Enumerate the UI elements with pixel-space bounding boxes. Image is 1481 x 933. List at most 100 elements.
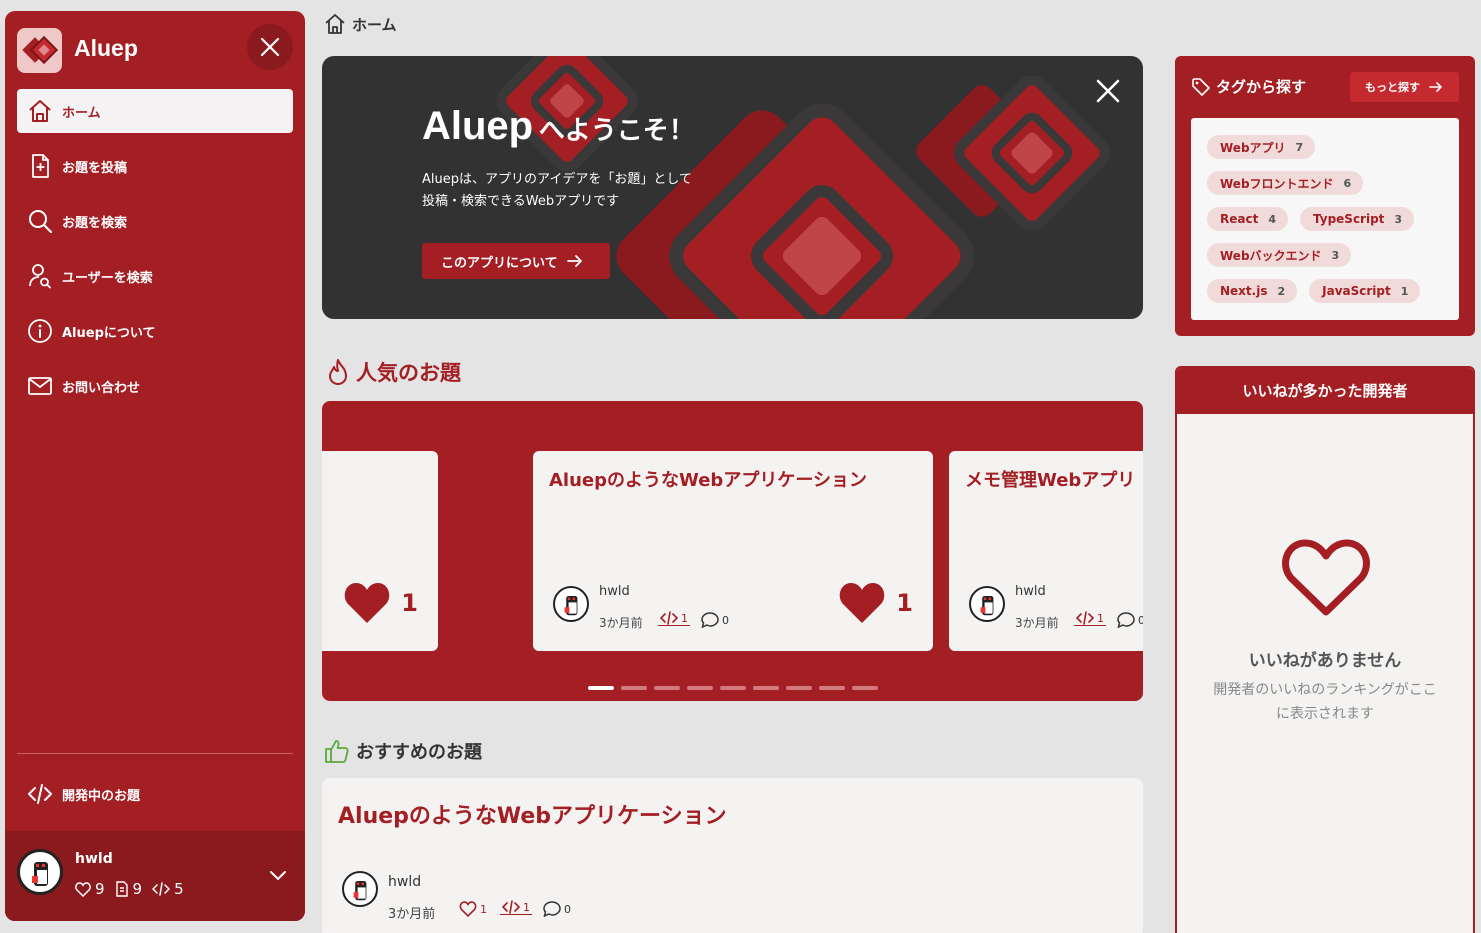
carousel-dot[interactable] [786, 686, 812, 690]
app-logo[interactable] [17, 28, 62, 73]
sidebar-divider [17, 753, 293, 754]
card-user-name[interactable]: hwld [1015, 584, 1046, 599]
sidebar-item-label: ホーム [62, 105, 101, 121]
card-user-name[interactable]: hwld [388, 874, 421, 890]
carousel-dot[interactable] [819, 686, 845, 690]
like-count[interactable]: 1 [343, 581, 418, 625]
tag-count: 2 [1277, 284, 1286, 298]
card-dev-count: 1 [500, 900, 532, 915]
code-icon [502, 900, 520, 914]
like-count[interactable]: 1 [838, 581, 913, 625]
banner-close-icon[interactable] [1095, 78, 1121, 104]
carousel-dot[interactable] [621, 686, 647, 690]
avatar[interactable] [969, 586, 1005, 622]
carousel-indicators [588, 686, 878, 690]
avatar[interactable] [553, 586, 589, 622]
breadcrumb-label: ホーム [352, 15, 397, 34]
tag-chip[interactable]: Webアプリ 7 [1207, 135, 1316, 159]
post-icon [32, 154, 49, 178]
sidebar-item-contact[interactable]: お問い合わせ [17, 364, 293, 408]
card-user-name[interactable]: hwld [599, 584, 630, 599]
tag-name: JavaScript [1322, 284, 1391, 298]
tag-chip[interactable]: Webフロントエンド 6 [1207, 171, 1364, 195]
sidebar: Aluep ホーム お題を投稿 お題を検索 ユーザーを検索 Aluepについて … [5, 11, 305, 921]
tag-count: 3 [1331, 248, 1340, 262]
card-dev-count: 1 [658, 611, 690, 626]
avatar[interactable] [342, 871, 378, 907]
sidebar-item-search[interactable]: お題を検索 [17, 199, 293, 243]
chevron-down-icon[interactable] [269, 869, 287, 881]
tag-list: Webアプリ 7 Webフロントエンド 6 React 4 TypeScript 3 Webバッ… [1191, 118, 1459, 320]
card-time: 3か月前 [388, 907, 436, 922]
welcome-banner: Aluep へようこそ！ Aluepは、アプリのアイデアを「お題」として 投稿・… [322, 56, 1143, 319]
sidebar-item-home[interactable]: ホーム [17, 89, 293, 133]
about-app-button[interactable]: このアプリについて [422, 243, 610, 279]
tag-name: Webアプリ [1220, 140, 1286, 155]
user-menu[interactable]: hwld 9 9 5 [5, 831, 305, 921]
tag-row: Webフロントエンド 6 [1207, 171, 1443, 195]
popular-card[interactable]: 1 [322, 451, 438, 651]
heart-icon [459, 901, 477, 917]
sidebar-item-developing[interactable]: 開発中のお題 [27, 781, 140, 807]
sidebar-item-label: お問い合わせ [62, 380, 141, 396]
tag-count: 3 [1394, 212, 1403, 226]
popular-card[interactable]: AluepのようなWebアプリケーション hwld 3か月前 1 0 1 [533, 451, 933, 651]
carousel-dot[interactable] [753, 686, 779, 690]
recommended-section-title: おすすめのお題 [324, 738, 482, 764]
info-icon [28, 319, 52, 343]
more-tags-button[interactable]: もっと探す [1350, 72, 1459, 102]
tag-name: Webバックエンド [1220, 248, 1322, 263]
ranking-empty-title: いいねがありません [1248, 651, 1402, 671]
sidebar-item-post[interactable]: お題を投稿 [17, 144, 293, 188]
tags-title: タグから探す [1192, 76, 1306, 97]
card-title: メモ管理Webアプリ [965, 470, 1136, 491]
sidebar-close-button[interactable] [247, 24, 293, 70]
breadcrumb: ホーム [324, 13, 397, 35]
fire-icon [329, 359, 347, 385]
popular-carousel[interactable]: 1 AluepのようなWebアプリケーション hwld 3か月前 1 0 1 メ… [322, 401, 1143, 701]
sidebar-nav: ホーム お題を投稿 お題を検索 ユーザーを検索 Aluepについて お問い合わせ [17, 89, 293, 419]
carousel-dot[interactable] [588, 686, 614, 690]
carousel-dot[interactable] [687, 686, 713, 690]
ranking-panel: いいねが多かった開発者 いいねがありません 開発者のいいねのランキングがここ に… [1175, 366, 1475, 933]
user-devs-count: 5 [174, 880, 184, 898]
tag-name: React [1220, 212, 1259, 226]
sidebar-item-label: お題を投稿 [62, 160, 128, 176]
sidebar-item-label: 開発中のお題 [62, 788, 141, 804]
sidebar-item-user-search[interactable]: ユーザーを検索 [17, 254, 293, 298]
heart-icon [1282, 539, 1370, 616]
banner-description: Aluepは、アプリのアイデアを「お題」として 投稿・検索できるWebアプリです [422, 172, 692, 209]
sidebar-item-about[interactable]: Aluepについて [17, 309, 293, 353]
popular-card[interactable]: メモ管理Webアプリ hwld 3か月前 1 0 [949, 451, 1143, 651]
recommended-card[interactable]: AluepのようなWebアプリケーション hwld 3か月前 1 1 0 [322, 778, 1143, 933]
card-comment-count: 0 [543, 901, 571, 917]
mail-icon [28, 377, 52, 395]
tag-chip[interactable]: React 4 [1207, 207, 1288, 231]
comment-icon [1117, 612, 1135, 628]
banner-title: Aluep へようこそ！ [422, 104, 695, 148]
carousel-dot[interactable] [720, 686, 746, 690]
code-icon [152, 882, 171, 896]
card-time: 3か月前 [599, 616, 643, 630]
tag-name: Next.js [1220, 284, 1268, 298]
tag-row: Next.js 2 JavaScript 1 [1207, 279, 1443, 303]
carousel-dot[interactable] [852, 686, 878, 690]
app-name: Aluep [74, 35, 138, 61]
card-dev-count: 1 [1074, 611, 1106, 626]
tag-row: React 4 TypeScript 3 [1207, 207, 1443, 231]
tag-chip[interactable]: Next.js 2 [1207, 279, 1298, 303]
card-comment-count: 0 [1117, 612, 1143, 628]
heart-icon [75, 881, 91, 897]
tag-chip[interactable]: Webバックエンド 3 [1207, 243, 1352, 267]
tag-chip[interactable]: TypeScript 3 [1299, 207, 1415, 231]
comment-icon [701, 612, 719, 628]
code-icon [1076, 611, 1094, 625]
carousel-dot[interactable] [654, 686, 680, 690]
card-comment-count: 0 [701, 612, 729, 628]
ranking-empty-description: 開発者のいいねのランキングがここ に表示されます [1213, 682, 1437, 722]
user-search-icon [29, 264, 51, 289]
user-posts-count: 9 [132, 880, 143, 898]
tag-count: 6 [1343, 176, 1352, 190]
arrow-right-icon [1429, 82, 1442, 92]
tag-chip[interactable]: JavaScript 1 [1309, 279, 1421, 303]
